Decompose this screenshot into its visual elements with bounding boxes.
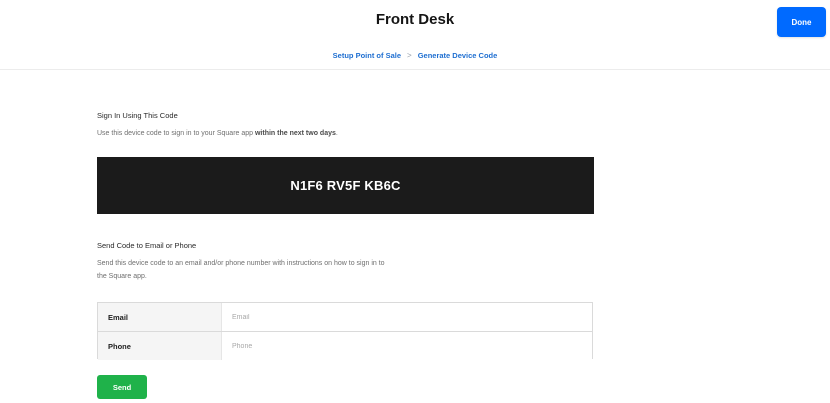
device-code: N1F6 RV5F KB6C xyxy=(290,178,401,193)
sign-in-description-end: . xyxy=(335,130,338,137)
phone-field[interactable] xyxy=(222,332,592,360)
send-code-section-label: Send Code to Email or Phone xyxy=(97,241,197,250)
send-button[interactable]: Send xyxy=(97,375,147,399)
send-code-description: Send this device code to an email and/or… xyxy=(97,257,385,283)
send-code-form: Email Phone xyxy=(97,302,593,360)
chevron-right-icon: > xyxy=(407,51,412,60)
email-label: Email xyxy=(98,303,222,331)
sign-in-description-emphasis: within the next two days xyxy=(254,130,336,137)
sign-in-description-text: Use this device code to sign in to your … xyxy=(97,130,255,137)
sign-in-section-label: Sign In Using This Code xyxy=(97,111,178,120)
email-row: Email xyxy=(98,303,592,331)
phone-row: Phone xyxy=(98,331,592,360)
email-field[interactable] xyxy=(222,303,592,331)
device-code-box: N1F6 RV5F KB6C xyxy=(97,157,594,214)
page: Front Desk Done Setup Point of Sale > Ge… xyxy=(0,0,830,403)
send-code-description-line1: Send this device code to an email and/or… xyxy=(97,260,385,267)
breadcrumb: Setup Point of Sale > Generate Device Co… xyxy=(0,51,830,60)
send-code-description-line2: the Square app. xyxy=(97,273,147,280)
done-button[interactable]: Done xyxy=(777,7,826,37)
breadcrumb-item-setup-point-of-sale[interactable]: Setup Point of Sale xyxy=(333,51,401,60)
sign-in-description: Use this device code to sign in to your … xyxy=(97,127,338,140)
header: Front Desk Done Setup Point of Sale > Ge… xyxy=(0,0,830,70)
breadcrumb-item-generate-device-code[interactable]: Generate Device Code xyxy=(418,51,498,60)
page-title: Front Desk xyxy=(375,11,455,28)
phone-label: Phone xyxy=(98,332,222,360)
